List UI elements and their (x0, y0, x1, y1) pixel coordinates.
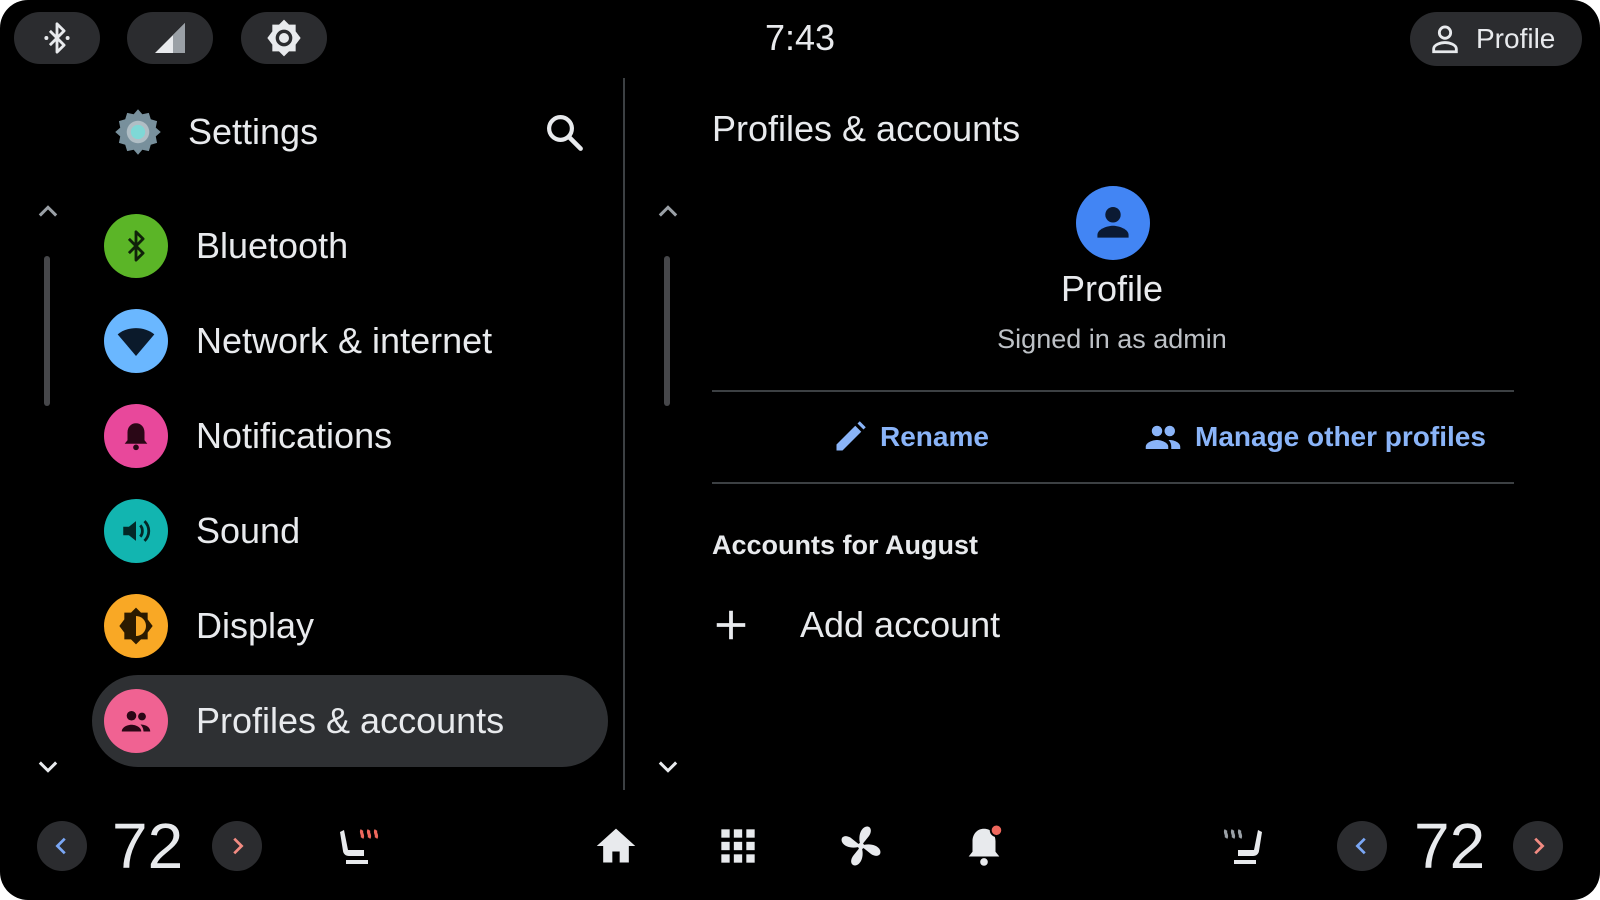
settings-title: Settings (188, 111, 319, 152)
apps-grid-icon (721, 829, 755, 863)
seat-heat-right-icon (1223, 829, 1262, 864)
chevron-down-icon (38, 761, 58, 773)
sidebar-item-notifications[interactable]: Notifications (92, 390, 608, 482)
panel-divider (623, 78, 625, 790)
sidebar-scroll-down-button[interactable] (28, 746, 68, 786)
brightness-toggle[interactable] (241, 12, 327, 64)
search-icon (547, 115, 583, 151)
home-icon (596, 828, 636, 863)
sidebar-item-label: Network & internet (196, 320, 493, 361)
bluetooth-icon (104, 214, 168, 278)
settings-gear-icon (115, 109, 161, 155)
search-button[interactable] (538, 106, 590, 158)
sidebar-item-label: Sound (196, 510, 301, 551)
notifications-button[interactable] (956, 818, 1012, 874)
pencil-icon (836, 421, 866, 451)
car-settings-screen: 7:43 Profile Settings Bluetooth Network … (0, 0, 1600, 900)
add-account-button[interactable]: Add account (712, 592, 1000, 658)
seat-heat-right-button[interactable] (1214, 818, 1270, 874)
rename-button[interactable]: Rename (832, 412, 989, 462)
sidebar-item-label: Bluetooth (196, 225, 349, 266)
sidebar-item-display[interactable]: Display (92, 580, 608, 672)
status-clock: 7:43 (764, 17, 836, 58)
rename-label: Rename (880, 421, 989, 452)
brightness-icon (267, 19, 301, 57)
wifi-icon (104, 309, 168, 373)
people-icon (1145, 425, 1181, 449)
volume-icon (104, 499, 168, 563)
accounts-section-title: Accounts for August (712, 530, 978, 560)
right-temp-increase-button[interactable] (1513, 821, 1563, 871)
sidebar-item-label: Display (196, 605, 315, 646)
chevron-right-icon (233, 837, 244, 855)
profile-chip-label: Profile (1476, 23, 1556, 54)
hvac-fan-button[interactable] (833, 818, 889, 874)
avatar (1076, 186, 1150, 260)
sidebar-item-sound[interactable]: Sound (92, 485, 608, 577)
signal-toggle[interactable] (127, 12, 213, 64)
fan-icon (841, 826, 881, 866)
sidebar-item-label: Profiles & accounts (196, 700, 505, 741)
brightness-icon (104, 594, 168, 658)
divider (712, 482, 1514, 484)
left-temp-decrease-button[interactable] (37, 821, 87, 871)
settings-menu: Bluetooth Network & internet Notificatio… (92, 200, 608, 770)
detail-scroll-up-button[interactable] (648, 192, 688, 232)
page-title: Profiles & accounts (712, 108, 1021, 149)
profile-name: Profile (1060, 268, 1164, 309)
app-launcher-button[interactable] (710, 818, 766, 874)
notification-bell-icon (968, 823, 1004, 866)
sidebar-item-bluetooth[interactable]: Bluetooth (92, 200, 608, 292)
chevron-up-icon (658, 205, 678, 217)
chevron-left-icon (1355, 837, 1366, 855)
sidebar-item-network[interactable]: Network & internet (92, 295, 608, 387)
right-temperature: 72 (1414, 810, 1486, 882)
person-icon (1097, 207, 1129, 238)
signal-icon (155, 23, 185, 53)
people-icon (104, 689, 168, 753)
chevron-up-icon (38, 205, 58, 217)
chevron-right-icon (1534, 837, 1545, 855)
manage-profiles-button[interactable]: Manage other profiles (1143, 412, 1486, 462)
right-temp-decrease-button[interactable] (1337, 821, 1387, 871)
bell-icon (104, 404, 168, 468)
left-temp-increase-button[interactable] (212, 821, 262, 871)
person-icon (1432, 25, 1458, 54)
signed-in-status: Signed in as admin (997, 324, 1227, 354)
profile-chip-button[interactable]: Profile (1410, 12, 1582, 66)
chevron-down-icon (658, 761, 678, 773)
plus-icon (716, 610, 746, 640)
detail-scrollbar[interactable] (664, 256, 670, 406)
add-account-label: Add account (800, 604, 1001, 645)
left-temperature: 72 (112, 810, 184, 882)
detail-scroll-down-button[interactable] (648, 746, 688, 786)
seat-heat-left-icon (340, 829, 379, 864)
manage-profiles-label: Manage other profiles (1195, 421, 1486, 452)
bluetooth-icon (44, 22, 70, 54)
chevron-left-icon (55, 837, 66, 855)
sidebar-scroll-up-button[interactable] (28, 192, 68, 232)
sidebar-item-profiles[interactable]: Profiles & accounts (92, 675, 608, 767)
divider (712, 390, 1514, 392)
sidebar-scrollbar[interactable] (44, 256, 50, 406)
home-button[interactable] (588, 818, 644, 874)
seat-heat-left-button[interactable] (332, 818, 388, 874)
settings-header: Settings (112, 104, 318, 160)
sidebar-item-label: Notifications (196, 415, 393, 456)
bluetooth-toggle[interactable] (14, 12, 100, 64)
